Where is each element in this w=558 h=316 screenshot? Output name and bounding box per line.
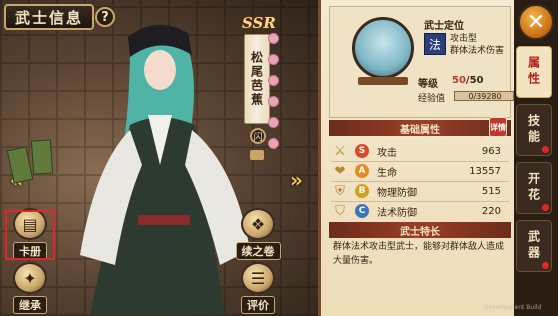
- avatar: [352, 17, 414, 79]
- highlight-box: [5, 210, 55, 260]
- stat-row: ❤ A 生命 13557: [331, 160, 509, 182]
- comment-icon: ☰: [241, 262, 275, 294]
- stat-grade-badge: B: [355, 184, 369, 198]
- profile-box: 武士定位 法 攻击型 群体法术伤害 等级 50/50 经验值 0/39280: [329, 6, 514, 118]
- petal-icon: [268, 138, 279, 149]
- game-screen: 武士信息 ? SSR 松尾芭蕉 闪 « » ▤ 卡册 ✦ 继承 ❖ 续之卷 ☰ …: [0, 0, 558, 316]
- build-watermark: Development Build: [484, 304, 542, 311]
- tab-label: 开花: [526, 172, 541, 204]
- scroll-continue-label: 续之卷: [235, 242, 281, 260]
- stat-value: 13557: [469, 165, 501, 177]
- traits-title: 武士特长: [400, 226, 440, 238]
- notification-dot-icon: [542, 204, 549, 211]
- inherit-label: 继承: [13, 296, 47, 314]
- notification-dot-icon: [542, 262, 549, 269]
- role-type-text: 攻击型 群体法术伤害: [450, 34, 505, 56]
- level-max: /50: [465, 75, 484, 86]
- stat-grade-badge: A: [355, 164, 369, 178]
- stat-name: 法术防御: [377, 207, 417, 219]
- petal-icon: [268, 33, 279, 44]
- character-portrait: [80, 24, 250, 315]
- character-name: 松尾芭蕉: [249, 51, 264, 107]
- next-character-arrow-icon[interactable]: »: [290, 168, 303, 192]
- stat-name: 物理防御: [377, 187, 417, 199]
- character-sash: [138, 215, 190, 225]
- role-type-icon: 法: [424, 33, 446, 55]
- character-name-scroll: 松尾芭蕉: [244, 34, 270, 124]
- armor-icon: ⛨: [335, 183, 345, 199]
- close-button[interactable]: ✕: [518, 4, 554, 40]
- avatar-pedestal: [358, 77, 408, 85]
- stat-row: ⛨ B 物理防御 515: [331, 180, 509, 202]
- stat-value: 515: [481, 185, 501, 197]
- role-header: 武士定位: [424, 21, 464, 32]
- petal-icon: [268, 96, 279, 107]
- petal-icon: [268, 75, 279, 86]
- sword-icon: ⚔: [334, 143, 346, 159]
- heart-icon: ❤: [334, 163, 346, 179]
- tab-label: 技能: [526, 114, 541, 146]
- stat-row: ⚔ S 攻击 963: [331, 140, 509, 162]
- tab-label: 武器: [526, 230, 541, 262]
- tab-attributes[interactable]: 属性: [516, 46, 552, 98]
- evaluate-label: 评价: [241, 296, 275, 314]
- evaluate-button[interactable]: ☰ 评价: [234, 262, 282, 314]
- tab-label: 属性: [526, 56, 541, 88]
- character-face: [144, 50, 176, 90]
- stat-name: 攻击: [377, 147, 397, 159]
- stat-grade-badge: C: [355, 204, 369, 218]
- stat-name: 生命: [377, 167, 397, 179]
- inherit-icon: ✦: [13, 262, 47, 294]
- exp-value: 0/39280: [468, 92, 502, 101]
- page-title-banner: 武士信息: [4, 4, 94, 30]
- stats-detail-button[interactable]: 详情: [489, 117, 507, 137]
- info-panel: 武士定位 法 攻击型 群体法术伤害 等级 50/50 经验值 0/39280 基…: [318, 0, 514, 316]
- scroll-continue-button[interactable]: ❖ 续之卷: [234, 208, 282, 260]
- exp-bar: 0/39280: [454, 91, 514, 101]
- petal-icon: [268, 117, 279, 128]
- stat-value: 963: [481, 145, 501, 157]
- notification-dot-icon: [542, 146, 549, 153]
- stat-row: ⛉ C 法术防御 220: [331, 200, 509, 222]
- exp-label: 经验值: [418, 94, 446, 104]
- stat-value: 220: [481, 205, 501, 217]
- base-stats-banner: 基础属性 详情: [329, 117, 511, 137]
- level-label: 等级: [418, 79, 438, 90]
- petal-icon: [268, 54, 279, 65]
- magic-shield-icon: ⛉: [335, 203, 345, 219]
- tab-weapon[interactable]: 武器: [516, 220, 552, 272]
- tab-skills[interactable]: 技能: [516, 104, 552, 156]
- inherit-button[interactable]: ✦ 继承: [6, 262, 54, 314]
- stat-grade-badge: S: [355, 144, 369, 158]
- talisman-card: [30, 139, 54, 175]
- tab-bloom[interactable]: 开花: [516, 162, 552, 214]
- traits-description: 群体法术攻击型武士，能够对群体敌人造成大量伤害。: [333, 242, 505, 266]
- level-value: 50/50: [452, 75, 484, 86]
- traits-banner: 武士特长: [329, 222, 511, 238]
- help-button[interactable]: ?: [95, 7, 115, 27]
- base-stats-title: 基础属性: [400, 124, 440, 136]
- scroll-icon: ❖: [241, 208, 275, 240]
- petal-column: [268, 30, 282, 180]
- awaken-knot[interactable]: 闪: [250, 128, 266, 144]
- scroll-tail: [250, 150, 264, 160]
- page-title: 武士信息: [14, 8, 83, 27]
- level-current: 50: [452, 75, 466, 86]
